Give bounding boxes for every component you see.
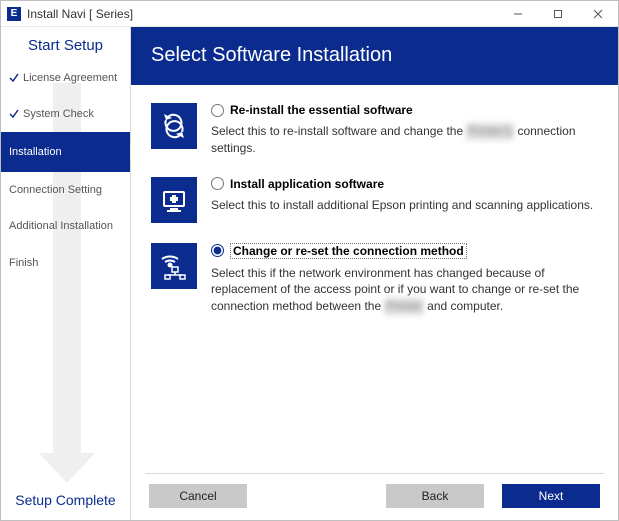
option-change-connection: Change or re-set the connection method S…: [151, 243, 598, 315]
titlebar: E Install Navi [ Series]: [1, 1, 618, 27]
option-title: Change or re-set the connection method: [230, 243, 467, 259]
close-button[interactable]: [578, 1, 618, 27]
step-label: License Agreement: [23, 72, 117, 84]
option-install-app: Install application software Select this…: [151, 177, 598, 223]
blurred-text: Printer: [384, 298, 423, 315]
step-system-check: System Check: [1, 96, 130, 132]
step-license: License Agreement: [1, 60, 130, 96]
option-title: Re-install the essential software: [230, 103, 413, 117]
footer: Cancel Back Next: [145, 473, 604, 520]
minimize-button[interactable]: [498, 1, 538, 27]
step-label: Finish: [9, 257, 38, 269]
sidebar-complete-label: Setup Complete: [1, 486, 130, 520]
window-controls: [498, 1, 618, 27]
app-icon: E: [7, 7, 21, 21]
step-additional-installation: Additional Installation: [1, 208, 130, 245]
option-change-connection-head[interactable]: Change or re-set the connection method: [211, 243, 598, 259]
page-title: Select Software Installation: [131, 27, 618, 85]
option-desc: Select this if the network environment h…: [211, 265, 598, 315]
check-icon: [9, 73, 19, 83]
maximize-button[interactable]: [538, 1, 578, 27]
network-icon: [151, 243, 197, 289]
next-button[interactable]: Next: [502, 484, 600, 508]
step-finish: Finish: [1, 245, 130, 281]
option-title: Install application software: [230, 177, 384, 191]
option-desc: Select this to install additional Epson …: [211, 197, 598, 214]
options-list: Re-install the essential software Select…: [131, 85, 618, 473]
cancel-button[interactable]: Cancel: [149, 484, 247, 508]
reinstall-icon: [151, 103, 197, 149]
blurred-text: Printer's: [466, 123, 514, 140]
window-title: Install Navi [ Series]: [27, 7, 133, 21]
option-reinstall: Re-install the essential software Select…: [151, 103, 598, 157]
sidebar-start-label: Start Setup: [1, 27, 130, 60]
radio-reinstall[interactable]: [211, 104, 224, 117]
step-label: System Check: [23, 108, 94, 120]
content: Select Software Installation Re-install …: [131, 27, 618, 520]
check-icon: [9, 109, 19, 119]
sidebar: Start Setup License Agreement System Che…: [1, 27, 131, 520]
step-label: Additional Installation: [9, 220, 113, 233]
option-desc: Select this to re-install software and c…: [211, 123, 598, 157]
step-label: Installation: [9, 146, 62, 158]
radio-change-connection[interactable]: [211, 244, 224, 257]
sidebar-steps: License Agreement System Check Installat…: [1, 60, 130, 486]
radio-install-app[interactable]: [211, 177, 224, 190]
install-app-icon: [151, 177, 197, 223]
option-reinstall-head[interactable]: Re-install the essential software: [211, 103, 598, 117]
step-installation: Installation: [1, 132, 130, 172]
option-install-app-head[interactable]: Install application software: [211, 177, 598, 191]
back-button[interactable]: Back: [386, 484, 484, 508]
step-label: Connection Setting: [9, 184, 102, 196]
step-connection-setting: Connection Setting: [1, 172, 130, 208]
